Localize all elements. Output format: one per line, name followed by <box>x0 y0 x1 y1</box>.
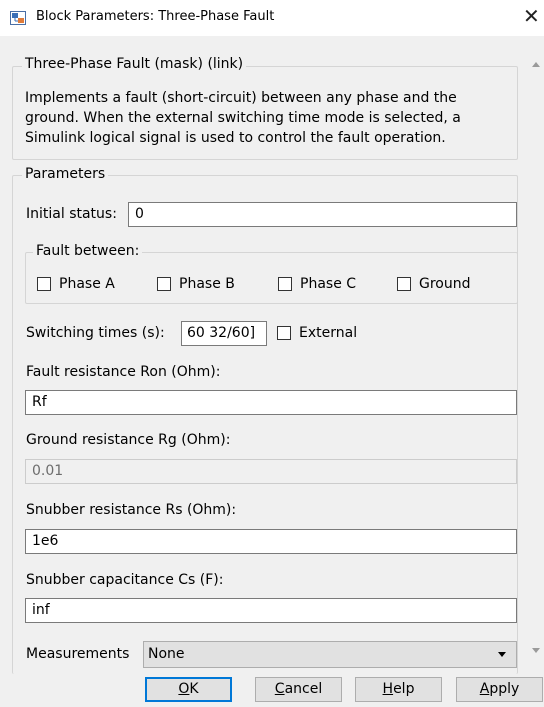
title-bar: Block Parameters: Three-Phase Fault ✕ <box>0 0 544 36</box>
ground-checkbox[interactable] <box>397 277 411 291</box>
switching-times-input[interactable]: 60 32/60] <box>181 321 267 346</box>
external-label: External <box>299 325 358 341</box>
ok-mnemonic: O <box>178 681 190 697</box>
snubber-capacitance-label: Snubber capacitance Cs (F): <box>26 572 224 588</box>
ground-resistance-label: Ground resistance Rg (Ohm): <box>26 432 231 448</box>
help-mnemonic: H <box>382 681 394 697</box>
apply-label-rest: pply <box>489 681 520 697</box>
fault-resistance-label: Fault resistance Ron (Ohm): <box>26 364 221 380</box>
measurements-label: Measurements <box>26 646 130 662</box>
external-checkbox[interactable] <box>277 326 291 340</box>
apply-mnemonic: A <box>479 681 490 697</box>
snubber-resistance-label: Snubber resistance Rs (Ohm): <box>26 502 237 518</box>
help-button[interactable]: Help <box>355 677 442 702</box>
fault-between-title: Fault between: <box>33 243 143 259</box>
close-icon[interactable]: ✕ <box>523 6 540 26</box>
cancel-mnemonic: C <box>274 681 285 697</box>
vertical-scrollbar[interactable] <box>528 60 544 660</box>
ground-label: Ground <box>419 276 471 292</box>
scroll-up-icon[interactable] <box>532 62 540 67</box>
measurements-value: None <box>148 646 185 662</box>
block-description: Implements a fault (short-circuit) betwe… <box>25 90 461 146</box>
simulink-block-icon <box>10 11 26 25</box>
initial-status-input[interactable]: 0 <box>128 202 517 227</box>
phase-b-label: Phase B <box>179 276 235 292</box>
cancel-label-rest: ancel <box>284 681 323 697</box>
snubber-capacitance-input[interactable]: inf <box>25 598 517 623</box>
block-title: Three-Phase Fault (mask) (link) <box>22 56 247 72</box>
phase-a-label: Phase A <box>59 276 115 292</box>
initial-status-label: Initial status: <box>26 206 117 222</box>
ok-label-rest: K <box>189 681 199 697</box>
cancel-button[interactable]: Cancel <box>255 677 342 702</box>
ground-resistance-input: 0.01 <box>25 459 517 484</box>
scroll-down-icon[interactable] <box>532 648 540 653</box>
chevron-down-icon <box>498 652 506 657</box>
switching-times-label: Switching times (s): <box>26 325 165 341</box>
ok-button[interactable]: OK <box>145 677 232 702</box>
parameters-title: Parameters <box>22 166 109 182</box>
snubber-resistance-input[interactable]: 1e6 <box>25 529 517 554</box>
help-label-rest: elp <box>393 681 415 697</box>
phase-a-checkbox[interactable] <box>37 277 51 291</box>
fault-resistance-input[interactable]: Rf <box>25 390 517 415</box>
window-title: Block Parameters: Three-Phase Fault <box>36 9 275 24</box>
apply-button[interactable]: Apply <box>456 677 543 702</box>
phase-c-checkbox[interactable] <box>278 277 292 291</box>
phase-b-checkbox[interactable] <box>157 277 171 291</box>
phase-c-label: Phase C <box>300 276 357 292</box>
measurements-dropdown[interactable]: None <box>143 641 517 668</box>
